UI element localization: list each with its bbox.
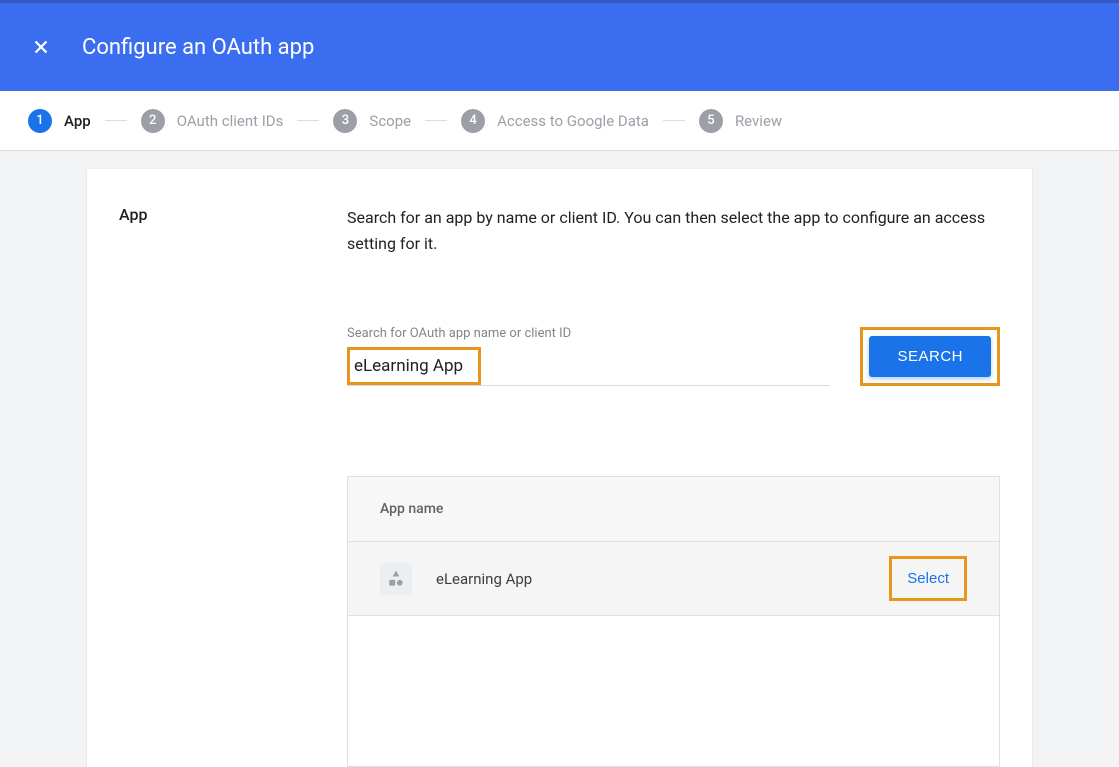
step-label: Access to Google Data [497,112,649,130]
result-app-name: eLearning App [436,570,889,588]
step-connector [297,120,319,121]
step-review[interactable]: 5 Review [699,109,782,133]
search-input[interactable] [354,352,474,380]
results-table: App name eLearning App Select [347,476,1000,767]
main-card: App Search for an app by name or client … [87,169,1032,767]
dialog-title: Configure an OAuth app [82,35,314,60]
close-icon [30,36,52,58]
step-label: Review [735,112,782,130]
close-button[interactable] [30,36,52,58]
step-connector [425,120,447,121]
step-number: 5 [699,109,723,133]
search-button-highlight: SEARCH [860,327,1000,386]
select-button-highlight: Select [889,556,967,601]
step-number: 4 [461,109,485,133]
step-label: OAuth client IDs [177,112,284,130]
step-oauth-client-ids[interactable]: 2 OAuth client IDs [141,109,284,133]
select-button[interactable]: Select [895,562,961,595]
results-empty-area [348,616,999,766]
content-area: App Search for an app by name or client … [0,151,1119,767]
app-icon [380,563,412,595]
search-field: Search for OAuth app name or client ID [347,326,830,386]
section-description: Search for an app by name or client ID. … [347,205,1000,256]
result-row: eLearning App Select [348,542,999,616]
shapes-icon [386,569,406,589]
step-number: 3 [333,109,357,133]
step-number: 2 [141,109,165,133]
search-button[interactable]: SEARCH [869,336,991,377]
step-number: 1 [28,109,52,133]
step-access-to-google-data[interactable]: 4 Access to Google Data [461,109,649,133]
step-connector [663,120,685,121]
section-title: App [119,205,347,224]
input-underline [347,385,830,386]
results-header: App name [348,477,999,542]
search-row: Search for OAuth app name or client ID S… [347,326,1000,386]
stepper: 1 App 2 OAuth client IDs 3 Scope 4 Acces… [0,91,1119,151]
search-input-highlight [347,347,481,385]
dialog-header: Configure an OAuth app [0,0,1119,91]
step-app[interactable]: 1 App [28,109,91,133]
step-label: App [64,112,91,130]
step-label: Scope [369,112,411,130]
search-input-label: Search for OAuth app name or client ID [347,326,830,341]
step-connector [105,120,127,121]
step-scope[interactable]: 3 Scope [333,109,411,133]
